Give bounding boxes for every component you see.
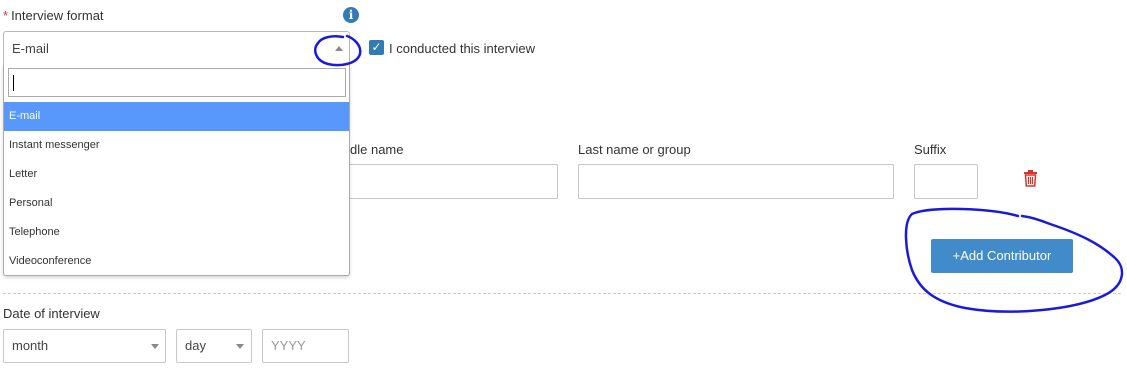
annotation-circle-add-button: [904, 207, 1124, 313]
annotation-overlay: [314, 34, 1124, 313]
annotation-circle-dropdown-arrow: [314, 34, 362, 67]
